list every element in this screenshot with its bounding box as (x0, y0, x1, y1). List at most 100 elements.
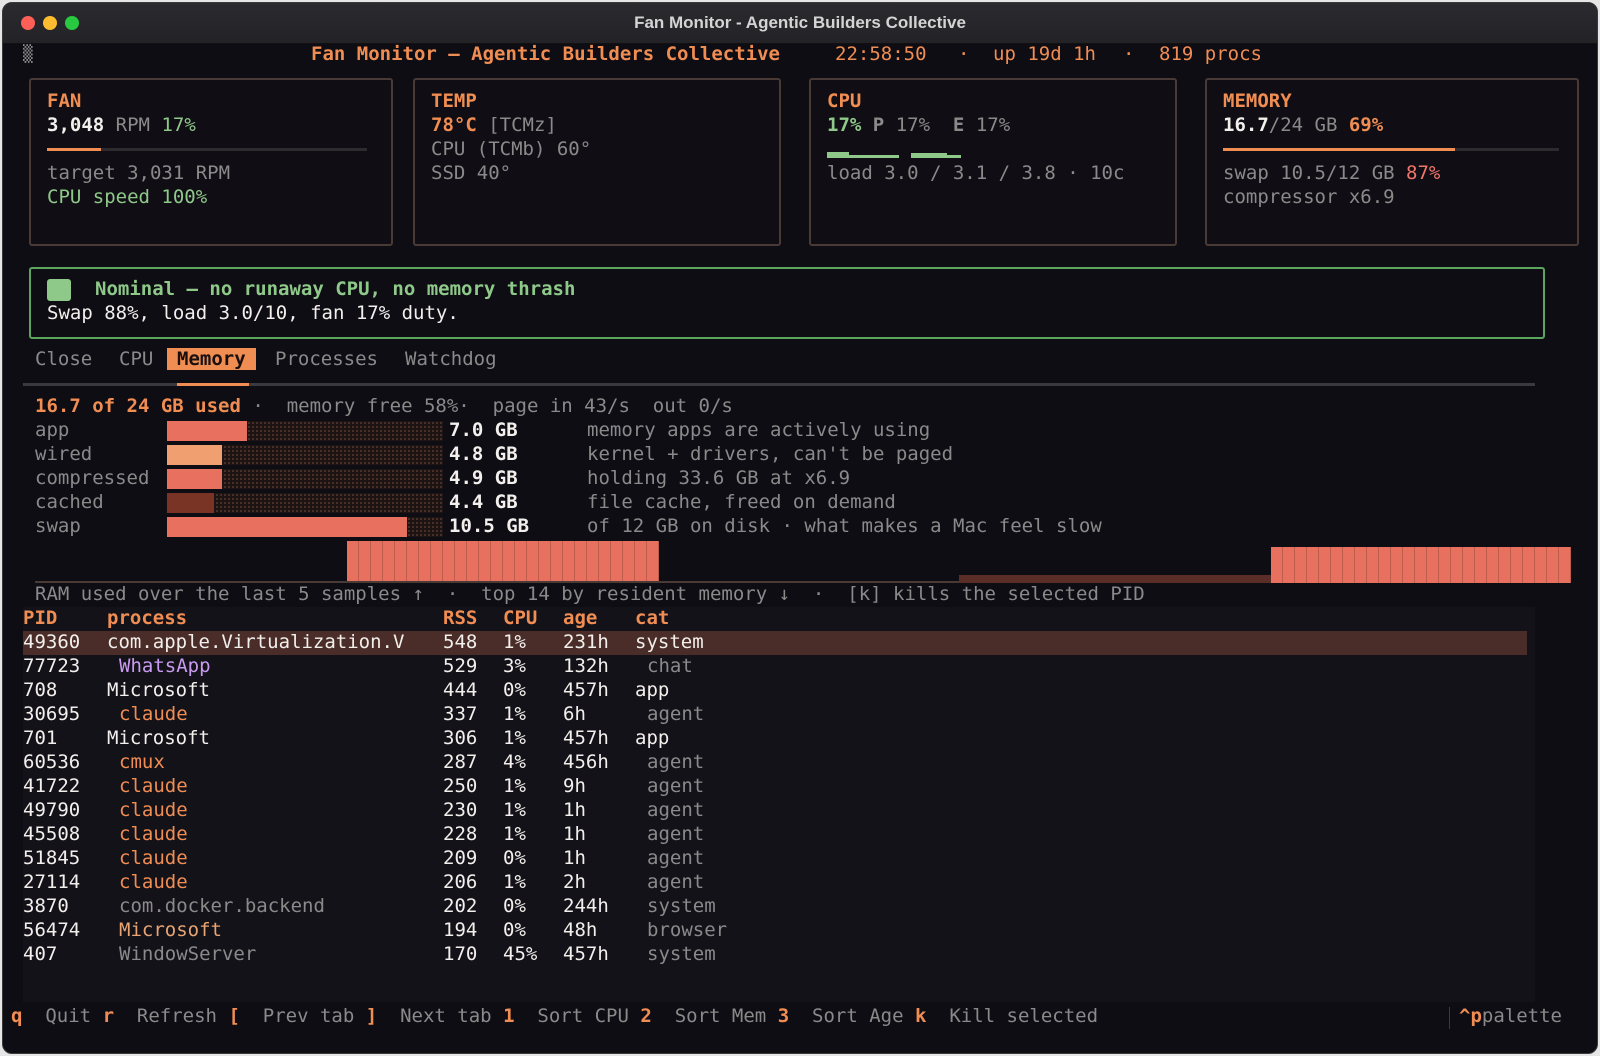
category-cell: system (647, 943, 716, 965)
table-row[interactable]: 3870 com.docker.backend 202 0% 244h system (23, 895, 1527, 919)
table-row[interactable]: 56474 Microsoft 194 0% 48h browser (23, 919, 1527, 943)
tab-memory[interactable]: Memory (167, 348, 256, 370)
category-cell: system (635, 631, 704, 653)
memory-compressor: compressor x6.9 (1223, 186, 1395, 208)
cpu-cell: 1% (503, 775, 526, 797)
table-row[interactable]: 30695 claude 337 1% 6h agent (23, 703, 1527, 727)
category-cell: agent (647, 799, 705, 821)
pid-cell: 77723 (23, 655, 81, 677)
mem-row-bar (167, 517, 443, 537)
pid-cell: 56474 (23, 919, 81, 941)
palette-hint[interactable]: ^ppalette (1459, 1005, 1562, 1027)
palette-key: ^p (1459, 1005, 1482, 1027)
status-headline: Nominal — no runaway CPU, no memory thra… (95, 278, 576, 300)
ram-history-bar (347, 541, 659, 583)
age-cell: 456h (563, 751, 609, 773)
key-quit[interactable]: q (11, 1005, 22, 1027)
cpu-cell: 3% (503, 655, 526, 677)
table-row[interactable]: 27114 claude 206 1% 2h agent (23, 871, 1527, 895)
rss-cell: 209 (443, 847, 478, 869)
col-header-cat[interactable]: cat (635, 607, 669, 629)
fan-target: target 3,031 RPM (47, 162, 231, 184)
memory-total: /24 GB (1268, 114, 1338, 136)
cpu-cell: 4% (503, 751, 526, 773)
key-sort-mem[interactable]: 2 (640, 1005, 651, 1027)
category-cell: app (635, 679, 670, 701)
memory-panel: MEMORY 16.7/24 GB 69% swap 10.5/12 GB 87… (1205, 78, 1579, 246)
pid-cell: 30695 (23, 703, 81, 725)
key-quit-label: Quit (45, 1005, 92, 1027)
age-cell: 457h (563, 727, 609, 749)
cpu-cell: 1% (503, 799, 526, 821)
key-sort-age[interactable]: 3 (778, 1005, 789, 1027)
cpu-panel: CPU 17% P 17% E 17% load 3.0 / 3.1 / 3.8… (809, 78, 1177, 246)
col-header-age[interactable]: age (563, 607, 597, 629)
table-row[interactable]: 49360 com.apple.Virtualization.V 548 1% 231h… (23, 631, 1527, 655)
process-name-cell: claude (119, 847, 188, 869)
col-header-rss[interactable]: RSS (443, 607, 477, 629)
process-name-cell: claude (119, 775, 188, 797)
col-header-process[interactable]: process (107, 607, 187, 629)
memory-pct: 69% (1348, 114, 1384, 136)
memory-usage-line: 16.7/24 GB 69% (1223, 114, 1383, 136)
pid-cell: 49360 (23, 631, 81, 653)
process-name-cell: claude (119, 703, 188, 725)
mem-row-value: 4.4 GB (449, 491, 518, 513)
fan-duty-bar (47, 148, 367, 151)
memory-used: 16.7 (1223, 114, 1269, 136)
tab-processes[interactable]: Processes (265, 348, 388, 370)
table-row[interactable]: 701 Microsoft 306 1% 457h app (23, 727, 1527, 751)
key-refresh[interactable]: r (103, 1005, 114, 1027)
mem-row-label: compressed (35, 467, 150, 489)
pid-cell: 45508 (23, 823, 81, 845)
memory-summary-line: 16.7 of 24 GB used · memory free 58%· pa… (35, 395, 733, 417)
memory-usage-bar-fill (1223, 148, 1455, 151)
rss-cell: 194 (443, 919, 478, 941)
age-cell: 48h (563, 919, 598, 941)
table-row[interactable]: 60536 cmux 287 4% 456h agent (23, 751, 1527, 775)
active-tab-underline (177, 383, 249, 386)
fan-panel-title: FAN (47, 90, 82, 112)
table-row[interactable]: 708 Microsoft 444 0% 457h app (23, 679, 1527, 703)
memory-paging: page in 43/s out 0/s (492, 395, 733, 417)
cpu-cell: 1% (503, 631, 526, 653)
tab-cpu[interactable]: CPU (109, 348, 163, 370)
category-cell: agent (647, 847, 705, 869)
tab-watchdog[interactable]: Watchdog (395, 348, 507, 370)
age-cell: 2h (563, 871, 586, 893)
cpu-e: 17% (975, 114, 1011, 136)
mem-row-bar-fill (167, 445, 223, 465)
key-sort-mem-label: Sort Mem (674, 1005, 767, 1027)
pid-cell: 60536 (23, 751, 81, 773)
table-row[interactable]: 45508 claude 228 1% 1h agent (23, 823, 1527, 847)
title-bar: Fan Monitor - Agentic Builders Collectiv… (3, 3, 1597, 44)
app-icon: ▒ (23, 44, 33, 63)
cpu-cell: 0% (503, 895, 526, 917)
key-prev-tab[interactable]: [ (228, 1005, 239, 1027)
table-row[interactable]: 51845 claude 209 0% 1h agent (23, 847, 1527, 871)
rss-cell: 548 (443, 631, 478, 653)
pid-cell: 3870 (23, 895, 69, 917)
mem-row-label: cached (35, 491, 104, 513)
table-row[interactable]: 407 WindowServer 170 45% 457h system (23, 943, 1527, 967)
key-next-tab[interactable]: ] (366, 1005, 377, 1027)
mem-row-desc: of 12 GB on disk · what makes a Mac feel… (587, 515, 1102, 537)
tab-close[interactable]: Close (25, 348, 102, 370)
col-header-cpu[interactable]: CPU (503, 607, 537, 629)
key-kill[interactable]: k (915, 1005, 926, 1027)
table-row[interactable]: 49790 claude 230 1% 1h agent (23, 799, 1527, 823)
table-row[interactable]: 77723 WhatsApp 529 3% 132h chat (23, 655, 1527, 679)
cpu-cell: 1% (503, 871, 526, 893)
mem-row-value: 7.0 GB (449, 419, 518, 441)
mem-row-value: 10.5 GB (449, 515, 530, 537)
cpu-e-sparkline (911, 152, 961, 158)
category-cell: agent (647, 751, 705, 773)
key-sort-cpu[interactable]: 1 (503, 1005, 514, 1027)
mem-row-bar (167, 421, 443, 441)
col-header-pid[interactable]: PID (23, 607, 57, 629)
temp-main-line: 78°C [TCMz] (431, 114, 557, 136)
process-name-cell: WindowServer (119, 943, 257, 965)
temp-cpu: CPU (TCMb) 60° (431, 138, 592, 160)
table-row[interactable]: 41722 claude 250 1% 9h agent (23, 775, 1527, 799)
kill-caption: [k] kills the selected PID (847, 583, 1145, 605)
